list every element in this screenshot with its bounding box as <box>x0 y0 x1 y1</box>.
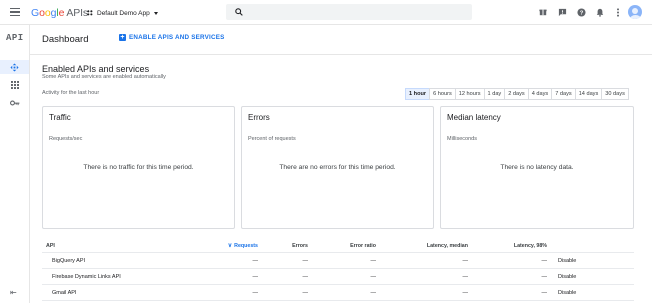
more-vert-icon[interactable] <box>613 7 623 17</box>
apis-table: API ∨ Requests Errors Error ratio Latency… <box>42 239 634 301</box>
error-ratio-value: — <box>370 257 377 264</box>
traffic-card: Traffic Requests/sec There is no traffic… <box>42 106 235 229</box>
logo-suffix: APIs <box>66 7 89 19</box>
error-ratio-value: — <box>370 289 377 296</box>
activity-label: Activity for the last hour <box>42 90 100 96</box>
page-title: Dashboard <box>42 34 89 45</box>
card-subtitle: Milliseconds <box>447 136 477 142</box>
card-title: Errors <box>248 113 270 122</box>
latency-98-value: — <box>541 257 548 264</box>
help-icon[interactable]: ? <box>576 7 586 17</box>
api-name[interactable]: BigQuery API <box>52 253 85 268</box>
card-empty-message: There are no errors for this time period… <box>279 164 396 171</box>
column-header-requests[interactable]: ∨ Requests <box>228 239 258 252</box>
card-subtitle: Percent of requests <box>248 136 296 142</box>
error-ratio-value: — <box>370 273 377 280</box>
section-subtitle: Some APIs and services are enabled autom… <box>42 74 166 80</box>
logo-letter: G <box>31 7 40 19</box>
search-bar[interactable] <box>226 4 472 20</box>
left-rail: API ⇤ <box>0 25 30 303</box>
column-header-api[interactable]: API <box>46 239 55 252</box>
project-selector[interactable]: Default Demo App <box>87 8 158 18</box>
range-30-days[interactable]: 30 days <box>601 88 629 100</box>
card-empty-message: There is no traffic for this time period… <box>83 164 194 171</box>
errors-value: — <box>302 257 309 264</box>
account-avatar[interactable] <box>628 5 642 19</box>
plus-icon: + <box>119 34 126 41</box>
sort-down-icon: ∨ <box>227 243 233 249</box>
latency-median-value: — <box>462 257 469 264</box>
requests-value: — <box>252 273 259 280</box>
chat-icon[interactable] <box>557 7 567 17</box>
column-header-errors[interactable]: Errors <box>292 239 308 252</box>
avatar-head <box>632 7 638 14</box>
disable-button[interactable]: Disable <box>558 285 576 300</box>
rail-item-library[interactable] <box>0 78 29 92</box>
search-icon <box>235 8 243 16</box>
rail-item-credentials[interactable] <box>0 96 29 110</box>
requests-value: — <box>252 257 259 264</box>
requests-value: — <box>252 289 259 296</box>
menu-icon[interactable] <box>10 8 20 17</box>
range-4-days[interactable]: 4 days <box>527 88 553 100</box>
card-empty-message: There is no latency data. <box>500 164 574 171</box>
range-7-days[interactable]: 7 days <box>551 88 576 100</box>
range-1-hour[interactable]: 1 hour <box>405 88 431 100</box>
median-latency-card: Median latency Milliseconds There is no … <box>440 106 634 229</box>
disable-button[interactable]: Disable <box>558 253 576 268</box>
api-name[interactable]: Gmail API <box>52 285 76 300</box>
api-rail-label: API <box>6 33 24 43</box>
card-title: Median latency <box>447 113 501 122</box>
collapse-rail-icon[interactable]: ⇤ <box>10 288 17 297</box>
range-1-day[interactable]: 1 day <box>483 88 506 100</box>
page-header: Dashboard + ENABLE APIS AND SERVICES <box>30 25 652 55</box>
errors-value: — <box>302 273 309 280</box>
api-name[interactable]: Firebase Dynamic Links API <box>52 269 121 284</box>
enable-apis-button[interactable]: + ENABLE APIS AND SERVICES <box>119 34 225 41</box>
range-2-days[interactable]: 2 days <box>504 88 529 100</box>
column-header-latency-98[interactable]: Latency, 98% <box>514 239 547 252</box>
range-12-hours[interactable]: 12 hours <box>454 88 485 100</box>
latency-median-value: — <box>462 289 469 296</box>
section-title: Enabled APIs and services <box>42 64 150 74</box>
table-row[interactable]: Gmail API — — — — — Disable <box>42 285 634 301</box>
dashboard-icon <box>10 62 19 72</box>
credentials-icon <box>9 100 19 106</box>
card-subtitle: Requests/sec <box>49 136 83 142</box>
column-header-requests-label: Requests <box>234 243 258 249</box>
notifications-icon[interactable] <box>595 7 605 17</box>
top-bar: Google APIs Default Demo App ? <box>0 0 652 25</box>
rail-item-dashboard[interactable] <box>0 60 29 74</box>
project-icon <box>87 9 93 15</box>
errors-card: Errors Percent of requests There are no … <box>241 106 434 229</box>
library-icon <box>10 81 19 89</box>
latency-median-value: — <box>462 273 469 280</box>
logo-letter: e <box>58 7 65 19</box>
time-range-selector: 1 hour 6 hours 12 hours 1 day 2 days 4 d… <box>405 88 629 100</box>
disable-button[interactable]: Disable <box>558 269 576 284</box>
range-6-hours[interactable]: 6 hours <box>429 88 456 100</box>
latency-98-value: — <box>541 289 548 296</box>
google-apis-logo[interactable]: Google APIs <box>31 7 88 19</box>
search-input[interactable] <box>248 6 463 18</box>
errors-value: — <box>302 289 309 296</box>
gift-icon[interactable] <box>538 7 548 17</box>
avatar-body <box>629 14 641 19</box>
enable-apis-label: ENABLE APIS AND SERVICES <box>129 34 225 41</box>
table-header-row: API ∨ Requests Errors Error ratio Latency… <box>42 239 634 253</box>
range-14-days[interactable]: 14 days <box>574 88 603 100</box>
svg-text:?: ? <box>579 10 583 16</box>
table-row[interactable]: BigQuery API — — — — — Disable <box>42 253 634 269</box>
column-header-latency-median[interactable]: Latency, median <box>427 239 468 252</box>
column-header-error-ratio[interactable]: Error ratio <box>350 239 376 252</box>
table-row[interactable]: Firebase Dynamic Links API — — — — — Dis… <box>42 269 634 285</box>
latency-98-value: — <box>541 273 548 280</box>
project-name: Default Demo App <box>97 9 150 17</box>
card-title: Traffic <box>49 113 71 122</box>
caret-down-icon <box>153 11 158 15</box>
